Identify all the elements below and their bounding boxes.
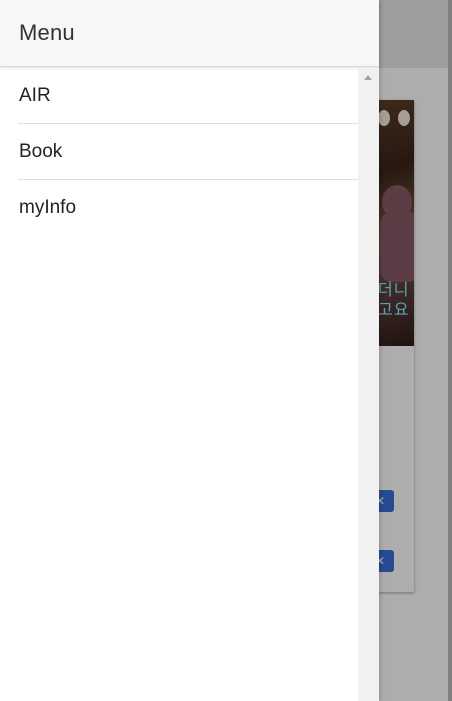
menu-item-book[interactable]: Book	[18, 124, 358, 180]
menu-item-myinfo[interactable]: myInfo	[18, 180, 358, 236]
menu-item-label: AIR	[19, 84, 51, 106]
menu-item-air[interactable]: AIR	[18, 68, 358, 124]
scroll-up-icon[interactable]	[364, 75, 372, 80]
drawer-header: Menu	[0, 0, 379, 67]
menu-item-label: myInfo	[19, 197, 77, 218]
drawer-menu-list: AIR Book myInfo	[0, 68, 358, 236]
drawer-title: Menu	[19, 20, 75, 45]
navigation-drawer: Menu AIR Book myInfo	[0, 0, 379, 701]
menu-item-label: Book	[19, 140, 63, 162]
drawer-scrollbar[interactable]	[358, 68, 379, 701]
